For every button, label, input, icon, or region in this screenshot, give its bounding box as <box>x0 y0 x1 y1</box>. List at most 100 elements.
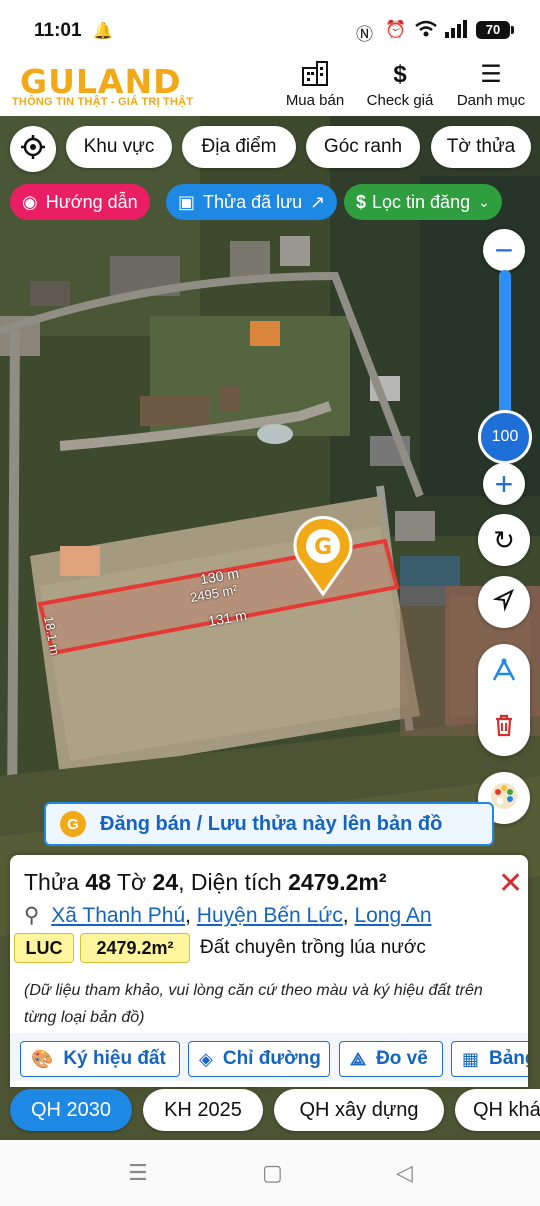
guland-g-icon: G <box>60 811 86 837</box>
minus-icon: − <box>494 231 514 268</box>
guide-label: Hướng dẫn <box>45 191 138 212</box>
refresh-button[interactable]: ↻ <box>478 514 530 566</box>
tab-kh-2025[interactable]: KH 2025 <box>143 1089 263 1131</box>
status-time: 11:01 <box>34 20 82 41</box>
parcel-info-card: Thửa 48 Tờ 24, Diện tích 2479.2m² ✕ ⚲ Xã… <box>10 855 528 1087</box>
directions-icon: ◈ <box>199 1048 213 1069</box>
notification-bell-icon: 🔔 <box>93 23 113 40</box>
saved-parcels-label: Thửa đã lưu <box>203 191 303 212</box>
measure-draw-button[interactable] <box>478 650 530 696</box>
action-row: 🎨 Ký hiệu đất ◈ Chỉ đường ⟁ Đo vẽ ▦ Bảng <box>10 1033 528 1081</box>
land-symbol-label: Ký hiệu đất <box>63 1048 166 1069</box>
parcel-title: Thửa 48 Tờ 24, Diện tích 2479.2m² <box>24 869 387 896</box>
zoom-slider-track[interactable] <box>499 270 511 420</box>
nav-check-gia-label: Check giá <box>366 92 434 109</box>
land-symbol-button[interactable]: 🎨 Ký hiệu đất <box>20 1041 180 1077</box>
location-pin-icon: ⚲ <box>24 904 40 927</box>
battery-icon: 70 <box>476 21 514 39</box>
table-button[interactable]: ▦ Bảng <box>451 1041 528 1077</box>
menu-icon: ☰ <box>480 61 502 88</box>
nav-mua-ban-label: Mua bán <box>285 92 345 109</box>
nfc-icon: Ⓝ <box>356 25 373 44</box>
addr-sep: , <box>342 904 355 927</box>
parcel-address: ⚲ Xã Thanh Phú, Huyện Bến Lức, Long An <box>24 903 432 928</box>
zoom-slider-handle[interactable]: 100 <box>478 410 532 464</box>
to-label: Tờ <box>117 869 147 895</box>
nav-mua-ban[interactable]: Mua bán <box>270 60 360 109</box>
directions-button[interactable]: ◈ Chỉ đường <box>188 1041 330 1077</box>
area-label: Diện tích <box>190 869 282 895</box>
trash-icon <box>493 713 515 742</box>
play-circle-icon: ◉ <box>22 191 38 212</box>
filter-to-thua[interactable]: Tờ thửa <box>431 126 531 168</box>
svg-text:G: G <box>314 535 332 560</box>
nav-danh-muc-label: Danh mục <box>456 92 526 109</box>
measure-icon: ⟁ <box>350 1048 367 1069</box>
navigation-arrow-icon <box>492 588 516 617</box>
status-bar: 11:01 🔔 Ⓝ ⏰ 70 <box>0 0 540 56</box>
measure-button[interactable]: ⟁ Đo vẽ <box>339 1041 443 1077</box>
filter-listings-label: Lọc tin đăng <box>372 191 471 212</box>
measure-icon <box>490 658 518 689</box>
zoom-in-button[interactable]: + <box>483 463 525 505</box>
dollar-icon: $ <box>393 61 407 88</box>
directions-label: Chỉ đường <box>222 1048 321 1069</box>
chevron-down-icon: ⌄ <box>478 193 490 210</box>
back-icon[interactable]: ◁ <box>396 1160 413 1186</box>
filter-goc-ranh[interactable]: Góc ranh <box>306 126 420 168</box>
filter-dia-diem[interactable]: Địa điểm <box>182 126 296 168</box>
land-code-badge: LUC <box>14 933 74 963</box>
zoom-out-button[interactable]: − <box>483 229 525 271</box>
recent-apps-icon[interactable]: ☰ <box>128 1160 148 1186</box>
plus-icon: + <box>494 465 514 502</box>
parcel-marker-pin-icon[interactable]: G <box>292 515 354 597</box>
land-area-badge: 2479.2m² <box>80 933 190 963</box>
wifi-icon <box>414 20 438 43</box>
province-link[interactable]: Long An <box>354 904 431 927</box>
guide-button[interactable]: ◉ Hướng dẫn <box>10 184 150 220</box>
to-number: 24 <box>152 869 179 895</box>
table-label: Bảng <box>489 1048 528 1069</box>
crosshair-icon <box>20 134 46 165</box>
dollar-icon: $ <box>356 191 367 212</box>
land-type-text: Đất chuyên trồng lúa nước <box>200 937 426 958</box>
palette-icon: 🎨 <box>31 1048 54 1069</box>
table-icon: ▦ <box>462 1048 480 1069</box>
ward-link[interactable]: Xã Thanh Phú <box>51 904 185 927</box>
home-icon[interactable]: ▢ <box>262 1160 283 1186</box>
refresh-icon: ↻ <box>493 524 515 555</box>
district-link[interactable]: Huyện Bến Lức <box>197 904 343 927</box>
filter-khu-vuc[interactable]: Khu vực <box>66 126 172 168</box>
nav-danh-muc[interactable]: ☰ Danh mục <box>446 60 536 109</box>
save-parcel-banner[interactable]: G Đăng bán / Lưu thửa này lên bản đồ <box>44 802 494 846</box>
save-parcel-text: Đăng bán / Lưu thửa này lên bản đồ <box>100 812 443 835</box>
alarm-icon: ⏰ <box>385 20 407 39</box>
thua-number: 48 <box>85 869 112 895</box>
planning-tabs: QH 2030 KH 2025 QH xây dựng QH khác <box>0 1087 540 1140</box>
measure-label: Đo vẽ <box>376 1048 428 1069</box>
app-header: GULAND THÔNG TIN THẬT - GIÁ TRỊ THẬT Mua… <box>0 56 540 116</box>
tab-qh-xay-dung[interactable]: QH xây dựng <box>274 1089 444 1131</box>
zoom-level: 100 <box>491 428 519 445</box>
external-link-icon: ↗ <box>310 191 326 212</box>
area-value: 2479.2m² <box>288 869 387 895</box>
nav-check-gia[interactable]: $ Check giá <box>355 60 445 109</box>
logo-slogan: THÔNG TIN THẬT - GIÁ TRỊ THẬT <box>12 96 194 108</box>
title-comma: , <box>178 869 185 895</box>
navigate-button[interactable] <box>478 576 530 628</box>
close-icon[interactable]: ✕ <box>498 869 523 899</box>
thua-label: Thửa <box>24 869 80 895</box>
signal-icon <box>444 20 468 43</box>
filter-listings-button[interactable]: $ Lọc tin đăng ⌄ <box>344 184 502 220</box>
building-icon <box>270 60 360 90</box>
saved-parcels-button[interactable]: ▣ Thửa đã lưu ↗ <box>166 184 338 220</box>
measure-tools-group <box>478 644 530 756</box>
tab-qh-2030[interactable]: QH 2030 <box>10 1089 132 1131</box>
delete-drawing-button[interactable] <box>478 704 530 750</box>
system-nav-bar: ☰ ▢ ◁ <box>0 1140 540 1206</box>
bookmark-check-icon: ▣ <box>178 191 196 212</box>
addr-sep: , <box>185 904 197 927</box>
disclaimer-note: (Dữ liệu tham khảo, vui lòng căn cứ theo… <box>24 982 483 1026</box>
tab-qh-khac[interactable]: QH khác <box>455 1089 540 1131</box>
locate-me-button[interactable] <box>10 126 56 172</box>
